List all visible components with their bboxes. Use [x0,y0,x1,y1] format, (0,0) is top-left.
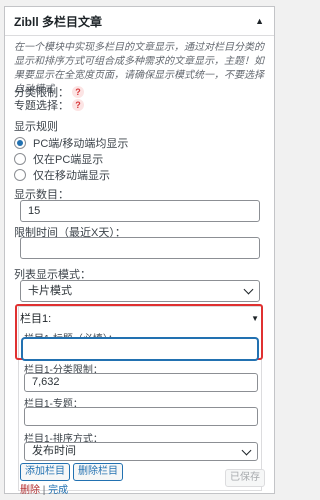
widget-header[interactable]: Zibll 多栏目文章 ▲ [5,7,274,36]
column-buttons: 添加栏目 删除栏目 [20,463,123,481]
footer-separator: | [42,485,46,496]
radio-checked-icon[interactable] [14,136,26,149]
chevron-down-icon [241,445,252,455]
footer-links: 删除 | 完成 [20,481,68,496]
column1-header[interactable]: 栏目1: ▼ [20,310,259,326]
saved-button[interactable]: 已保存 [225,469,265,487]
help-icon[interactable]: ? [72,85,84,98]
topic-label: 专题选择： [14,99,69,112]
time-limit-input[interactable] [20,237,260,259]
radio-label: 仅在PC端显示 [33,153,104,166]
delete-link[interactable]: 删除 [20,485,40,496]
count-input[interactable]: 15 [20,200,260,222]
radio-label: 仅在移动端显示 [33,169,110,182]
chevron-down-icon [243,284,254,295]
add-column-button[interactable]: 添加栏目 [20,463,70,481]
collapse-triangle-icon[interactable]: ▲ [255,16,264,26]
column1-sort-value: 发布时间 [32,445,76,457]
radio-label: PC端/移动端均显示 [33,137,129,150]
radio-mobile-only[interactable]: 仅在移动端显示 [14,166,110,183]
done-link[interactable]: 完成 [48,485,68,496]
radio-pc-mobile[interactable]: PC端/移动端均显示 [14,134,128,151]
column1-sort-select[interactable]: 发布时间 [24,442,258,461]
remove-column-button[interactable]: 删除栏目 [73,463,123,481]
collapse-triangle-icon[interactable]: ▼ [251,314,259,323]
column1-header-label: 栏目1: [20,313,52,325]
column1-topic-input[interactable] [24,407,258,426]
help-icon[interactable]: ? [72,98,84,111]
display-rule-label: 显示规则 [14,121,58,133]
radio-pc-only[interactable]: 仅在PC端显示 [14,150,103,167]
widget-title: Zibll 多栏目文章 [14,14,102,29]
radio-icon[interactable] [14,168,26,181]
column1-title-input[interactable] [22,338,258,360]
list-style-value: 卡片模式 [28,285,72,297]
column1-cat-input[interactable]: 7,632 [24,373,258,392]
radio-icon[interactable] [14,152,26,165]
list-style-select[interactable]: 卡片模式 [20,280,260,302]
topic-row: 专题选择： ? [14,97,84,112]
